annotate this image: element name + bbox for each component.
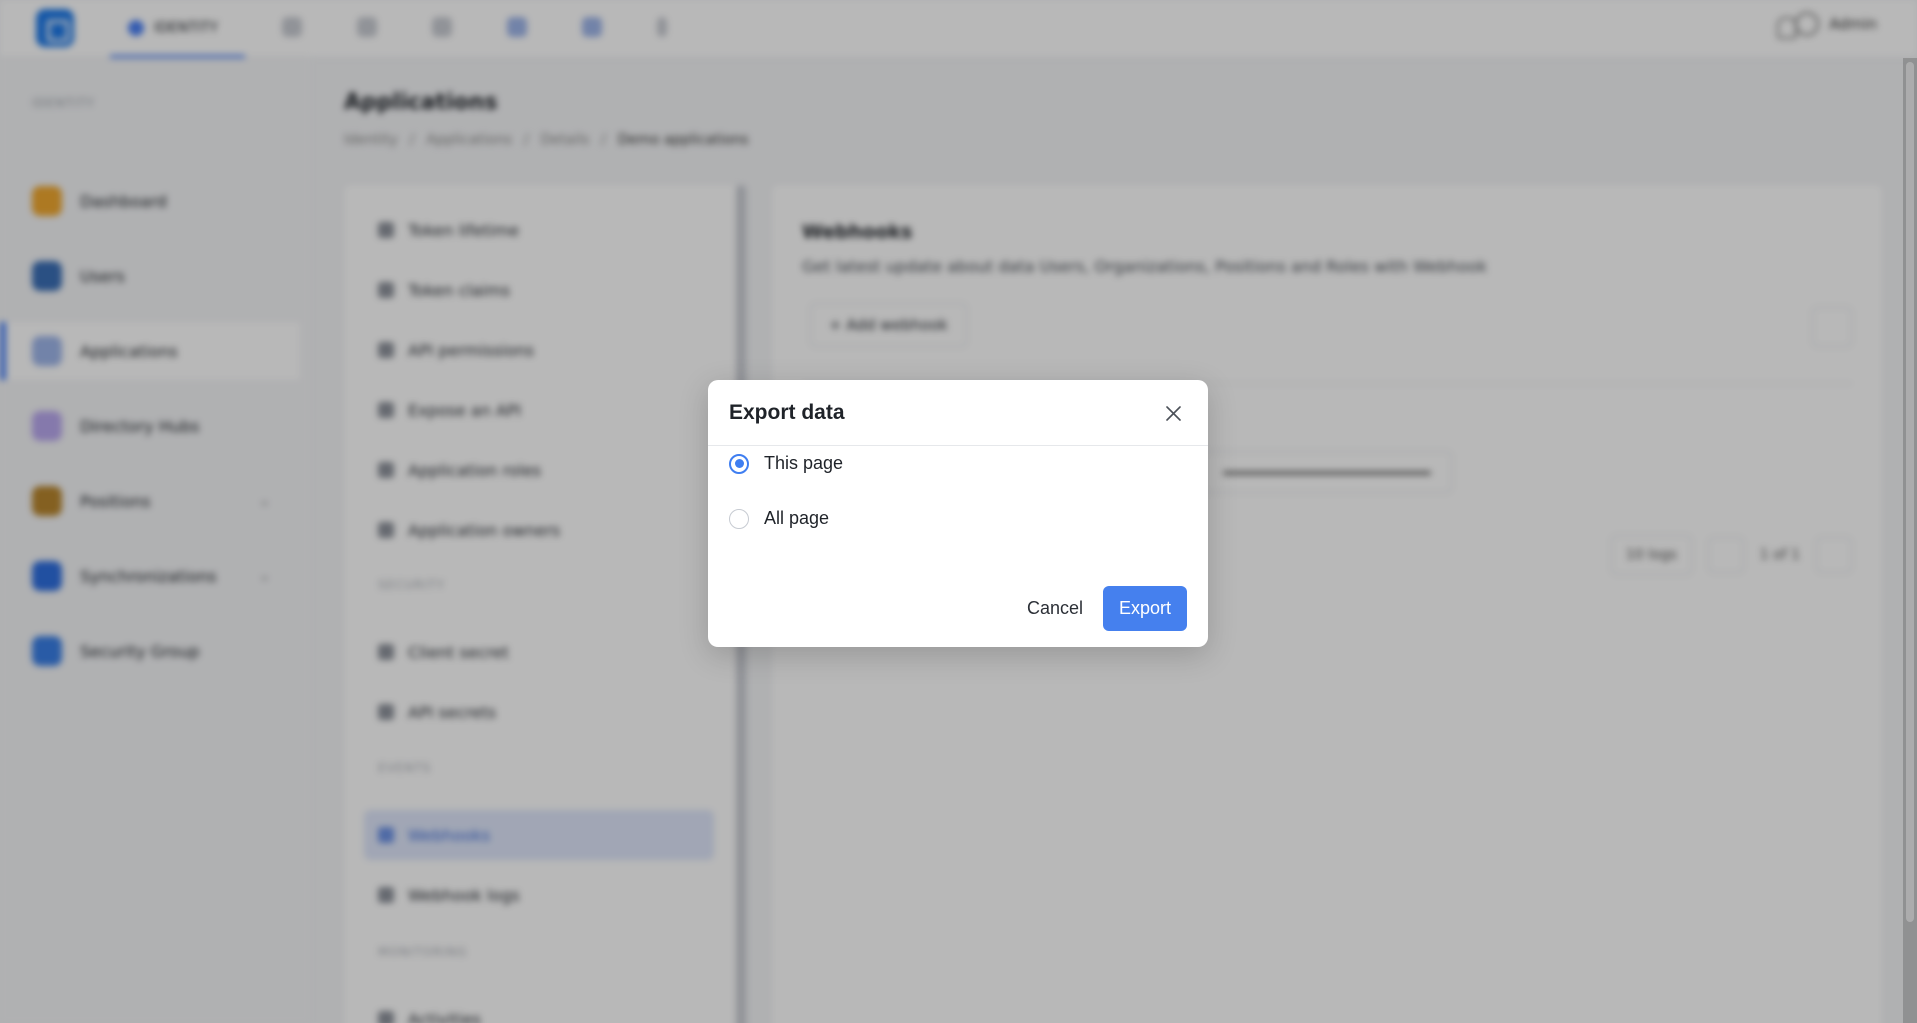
option-label: This page — [764, 453, 844, 473]
export-button[interactable]: Export — [1103, 586, 1187, 631]
dialog-title: Export data — [729, 400, 845, 424]
dialog-header: Export data — [708, 380, 1208, 446]
option-this-page[interactable]: This page — [729, 453, 843, 474]
cancel-button[interactable]: Cancel — [1013, 586, 1097, 630]
close-icon — [1165, 405, 1181, 421]
option-all-page[interactable]: All page — [729, 508, 829, 529]
page-scrollbar[interactable] — [1903, 58, 1917, 1023]
radio-all-page[interactable] — [729, 508, 749, 529]
option-label: All page — [764, 508, 830, 528]
radio-this-page[interactable] — [729, 453, 749, 474]
close-button[interactable] — [1160, 400, 1186, 426]
export-data-dialog: Export data This page All page Cancel Ex… — [708, 380, 1208, 647]
